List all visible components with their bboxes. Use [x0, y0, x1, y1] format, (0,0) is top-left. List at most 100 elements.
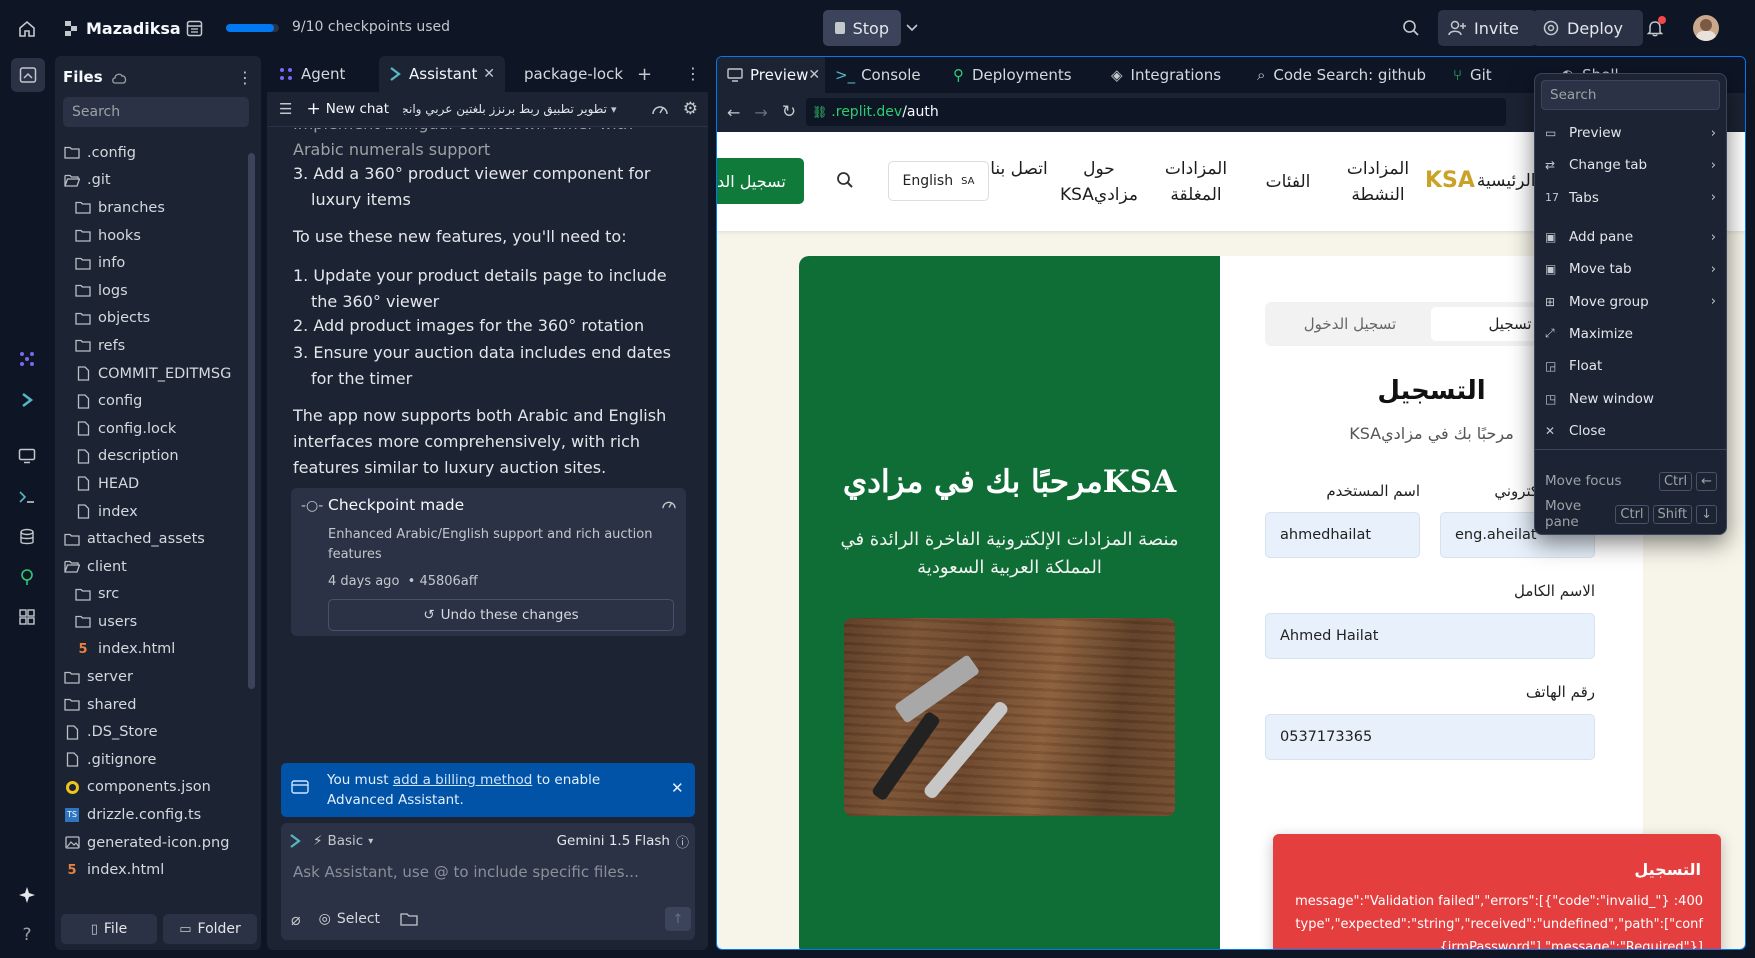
help-icon[interactable]: ? [10, 918, 44, 952]
add-tab-icon[interactable]: + [637, 64, 652, 85]
mode-selector[interactable]: ⚡ Basic ▾ [313, 833, 373, 849]
tab-console[interactable]: >_ Console [825, 57, 943, 93]
menu-search-input[interactable]: Search [1541, 80, 1720, 110]
search-icon[interactable] [1399, 16, 1423, 40]
file-tree-item[interactable]: logs [63, 277, 243, 305]
tab-close-icon[interactable]: ✕ [483, 66, 495, 82]
file-tree-item[interactable]: refs [63, 332, 243, 360]
input-username[interactable]: ahmedhailat [1265, 512, 1420, 558]
files-search-input[interactable]: Search [63, 97, 249, 127]
file-tree-item[interactable]: branches [63, 194, 243, 222]
url-input[interactable]: ⛓ .replit.dev/auth [806, 98, 1507, 126]
menu-item[interactable]: ◳ New window [1535, 382, 1726, 414]
file-tree-item[interactable]: config.lock [63, 415, 243, 443]
undo-changes-button[interactable]: ↺ Undo these changes [328, 599, 674, 631]
chat-title-chevron-icon[interactable]: ▾ [611, 103, 617, 116]
site-nav-active-auctions[interactable]: المزادات النشطة [1329, 156, 1427, 208]
file-tree-item[interactable]: .git [63, 167, 243, 195]
menu-item[interactable]: ◲ Float [1535, 350, 1726, 382]
input-fullname[interactable]: Ahmed Hailat [1265, 613, 1595, 659]
folder-context-icon[interactable] [400, 912, 418, 926]
gauge-icon[interactable] [651, 102, 669, 116]
chat-history-icon[interactable]: ☰ [279, 100, 292, 118]
tab-integrations[interactable]: ◈ Integrations [1101, 57, 1247, 93]
file-tree-item[interactable]: server [63, 663, 243, 691]
file-tree-item[interactable]: 5 index.html [63, 856, 243, 884]
menu-item[interactable]: ▣ Move tab › [1535, 253, 1726, 285]
project-switcher[interactable]: Mazadiksa [60, 16, 181, 40]
settings-gear-icon[interactable]: ⚙ [683, 99, 698, 119]
new-folder-button[interactable]: ▭ Folder [163, 914, 257, 944]
sparkle-icon[interactable] [10, 878, 44, 912]
stop-button[interactable]: Stop [823, 10, 901, 46]
attach-icon[interactable]: ⌀ [291, 910, 301, 929]
file-tree-item[interactable]: objects [63, 305, 243, 333]
file-tree-item[interactable]: 5 index.html [63, 636, 243, 664]
menu-item[interactable]: ▣ Add pane › [1535, 221, 1726, 253]
error-toast[interactable]: التسجيل 400: {"message":"Validation fail… [1273, 834, 1721, 949]
tab-agent[interactable]: Agent [267, 56, 379, 92]
site-search-icon[interactable] [836, 171, 854, 194]
menu-item[interactable]: 17 Tabs › [1535, 182, 1726, 214]
file-tree-item[interactable]: shared [63, 691, 243, 719]
menu-item[interactable]: ⤢ Maximize [1535, 318, 1726, 350]
send-button[interactable]: ↑ [665, 907, 691, 931]
preview-rail-icon[interactable] [10, 439, 44, 473]
chat-scroll[interactable]: Implement bilingual countdown timer with… [267, 128, 708, 676]
menu-item[interactable]: ✕ Close [1535, 415, 1726, 447]
deployments-rail-icon[interactable] [10, 560, 44, 594]
menu-item[interactable]: ⇄ Change tab › [1535, 149, 1726, 181]
new-chat-button[interactable]: + New chat [306, 99, 389, 119]
site-nav-contact[interactable]: اتصل بنا [989, 156, 1049, 182]
files-scrollbar[interactable] [248, 153, 255, 689]
home-icon[interactable] [14, 16, 40, 42]
preview-tab-close-icon[interactable]: ✕ [808, 67, 820, 83]
input-phone[interactable]: 0537173365 [1265, 714, 1595, 760]
site-nav-home[interactable]: الرئيسية KSA [1425, 168, 1535, 193]
file-tree-item[interactable]: info [63, 249, 243, 277]
site-register-button[interactable]: تسجيل الد [717, 158, 804, 204]
chat-input[interactable]: Ask Assistant, use @ to include specific… [293, 863, 683, 881]
tab-package-lock[interactable]: package-lock [506, 56, 628, 92]
tab-preview[interactable]: Preview ✕ [717, 57, 825, 93]
file-tree-item[interactable]: HEAD [63, 470, 243, 498]
file-tree-item[interactable]: index [63, 498, 243, 526]
banner-close-icon[interactable]: ✕ [671, 779, 684, 797]
add-billing-link[interactable]: add a billing method [393, 772, 532, 788]
file-tree-item[interactable]: COMMIT_EDITMSG [63, 360, 243, 388]
info-icon[interactable]: ⓘ [676, 832, 689, 851]
tab-assistant[interactable]: Assistant ✕ [379, 56, 505, 92]
file-tree-item[interactable]: attached_assets [63, 525, 243, 553]
console-icon[interactable] [10, 480, 44, 514]
chevron-down-icon[interactable] [902, 16, 922, 40]
site-nav-closed-auctions[interactable]: المزادات المغلقة [1155, 156, 1237, 208]
files-toggle-icon[interactable] [10, 58, 45, 92]
tab-git[interactable]: ⑂ Git [1443, 57, 1533, 93]
all-tools-icon[interactable] [10, 600, 44, 634]
back-arrow-icon[interactable]: ← [727, 103, 740, 122]
forward-arrow-icon[interactable]: → [754, 103, 767, 122]
invite-button[interactable]: Invite [1438, 10, 1536, 46]
database-icon[interactable] [10, 520, 44, 554]
site-nav-categories[interactable]: الفئات [1257, 169, 1319, 195]
file-tree-item[interactable]: JSpostcss.config.js [63, 884, 243, 887]
file-tree-item[interactable]: .gitignore [63, 746, 243, 774]
agent-icon[interactable] [10, 342, 44, 376]
model-label[interactable]: Gemini 1.5 Flash [557, 833, 670, 849]
file-tree-item[interactable]: generated-icon.png [63, 829, 243, 857]
workspace-icon[interactable] [182, 16, 206, 40]
file-tree-item[interactable]: config [63, 387, 243, 415]
bell-icon[interactable] [1643, 16, 1667, 40]
file-tree-item[interactable]: description [63, 443, 243, 471]
menu-item[interactable]: ▭ Preview › [1535, 117, 1726, 149]
file-tree-item[interactable]: src [63, 581, 243, 609]
deploy-button[interactable]: Deploy [1533, 10, 1643, 46]
file-tree-item[interactable]: client [63, 553, 243, 581]
tab-deployments[interactable]: ⚲ Deployments [943, 57, 1101, 93]
tab-code-search[interactable]: ⌕ Code Search: github [1247, 57, 1443, 93]
files-more-icon[interactable]: ⋮ [237, 68, 253, 87]
reload-icon[interactable]: ↻ [782, 102, 796, 122]
tabbar-more-icon[interactable]: ⋮ [685, 64, 701, 83]
file-tree-item[interactable]: .DS_Store [63, 718, 243, 746]
site-nav-about[interactable]: حول مزاديKSA [1057, 156, 1141, 208]
